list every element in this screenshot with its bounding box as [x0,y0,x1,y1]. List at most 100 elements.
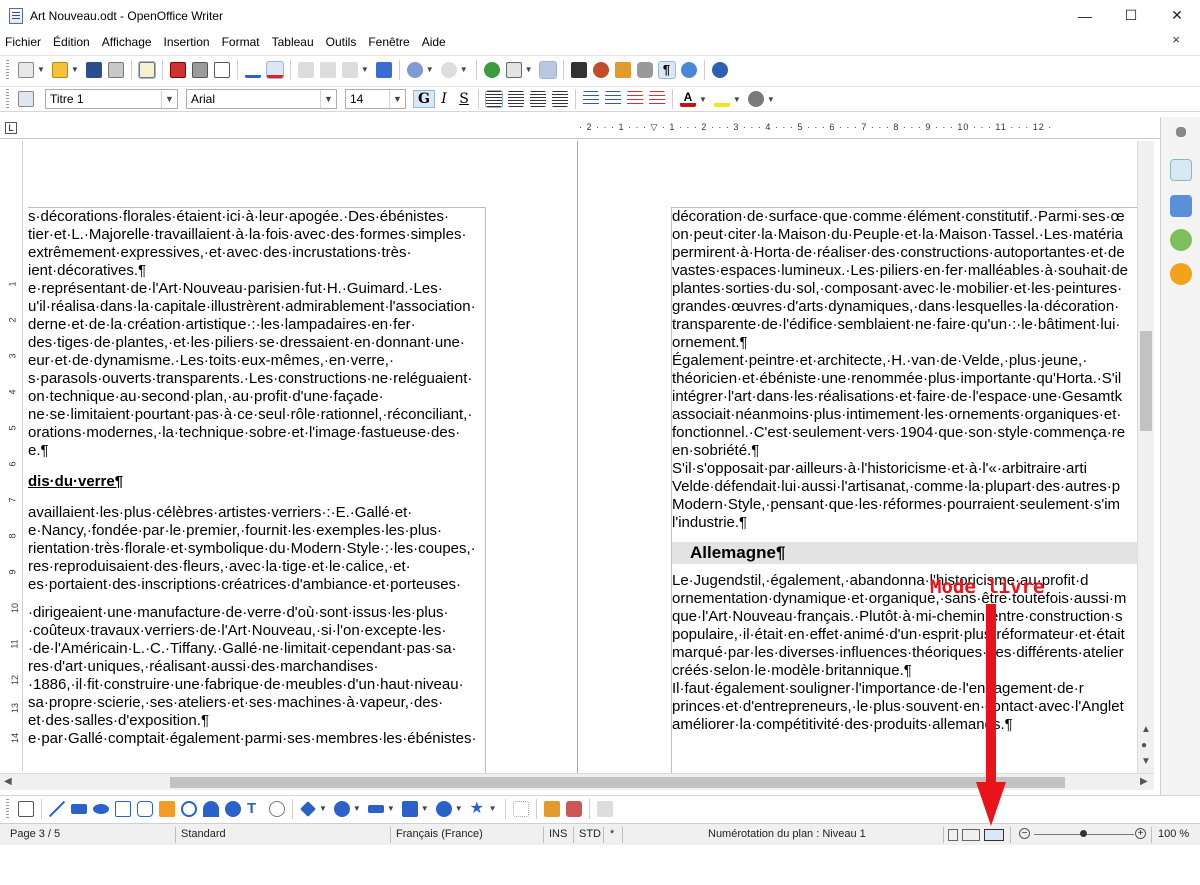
zoom-in-icon[interactable]: + [1135,828,1146,839]
toolbar-grip[interactable] [6,89,9,109]
sidebar-menu-icon[interactable] [1176,127,1186,137]
print-preview-icon[interactable] [213,61,230,78]
left-page[interactable]: s·décorations·florales·étaient·ici·à·leu… [24,141,578,773]
auto-spellcheck-icon[interactable] [265,60,284,79]
tab-stop-selector[interactable]: L [5,122,17,134]
chevron-down-icon[interactable]: ▼ [733,95,741,104]
rectangle-icon[interactable] [71,803,87,814]
spellcheck-icon[interactable] [244,61,261,78]
font-size-select[interactable]: 14 ▼ [345,89,406,109]
navigator-icon[interactable] [1170,263,1192,285]
background-color-icon[interactable] [747,91,764,107]
from-file-icon[interactable] [543,800,560,817]
close-document-button[interactable]: × [1172,32,1180,47]
new-document-icon[interactable] [18,61,34,78]
chevron-down-icon[interactable]: ▼ [71,65,79,74]
block-arrows-icon[interactable] [367,804,384,813]
styles-formatting-icon[interactable] [18,91,34,107]
cut-icon[interactable] [297,61,314,78]
italic-button[interactable]: I [434,91,454,107]
navigation-icon[interactable]: ● [1141,740,1147,751]
menu-fenetre[interactable]: Fenêtre [368,35,409,49]
help-icon[interactable] [711,61,728,78]
menu-aide[interactable]: Aide [422,35,446,49]
arc-icon[interactable] [181,800,197,817]
right-page[interactable]: décoration·de·surface·que·comme·élément·… [579,141,1137,773]
open-folder-icon[interactable] [51,61,68,78]
chevron-down-icon[interactable]: ▼ [161,90,177,108]
freeform-icon[interactable] [159,800,175,817]
gallery-icon[interactable] [614,61,631,78]
curve-icon[interactable] [137,800,153,817]
chevron-down-icon[interactable]: ▼ [421,804,429,813]
navigator-icon[interactable] [592,61,609,78]
menu-insertion[interactable]: Insertion [164,35,210,49]
chevron-down-icon[interactable]: ▼ [353,804,361,813]
copy-icon[interactable] [319,61,336,78]
menu-fichier[interactable]: Fichier [5,35,41,49]
toolbar-grip[interactable] [6,59,9,80]
vertical-ruler[interactable]: 1 2 3 4 5 6 7 8 9 10 11 12 13 14 [7,141,23,771]
insert-mode[interactable]: INS [549,828,567,840]
left-page-text[interactable]: s·décorations·florales·étaient·ici·à·leu… [28,207,486,773]
align-center-icon[interactable] [508,91,524,107]
email-icon[interactable] [107,61,124,78]
highlighting-icon[interactable] [713,91,730,107]
numbering-icon[interactable] [583,91,599,107]
polygon-icon[interactable] [115,800,131,817]
formatting-marks-icon[interactable]: ¶ [657,60,676,79]
font-name-select[interactable]: Arial ▼ [186,89,337,109]
font-color-icon[interactable]: A [680,91,696,107]
paragraph-style-select[interactable]: Titre 1 ▼ [45,89,178,109]
chevron-down-icon[interactable]: ▼ [460,65,468,74]
right-page-text[interactable]: décoration·de·surface·que·comme·élément·… [671,207,1137,773]
zoom-icon[interactable] [680,61,697,78]
circle-segment-icon[interactable] [203,800,219,817]
properties-icon[interactable] [1170,159,1192,181]
chevron-down-icon[interactable]: ▼ [489,804,497,813]
chevron-down-icon[interactable]: ▼ [361,65,369,74]
multi-page-view-icon[interactable] [962,829,980,841]
align-left-icon[interactable] [485,90,503,108]
bullets-icon[interactable] [605,91,621,107]
circle-icon[interactable] [225,800,241,817]
language[interactable]: Français (France) [396,828,483,840]
vertical-scrollbar[interactable]: ▲ ● ▼ [1137,141,1154,773]
zoom-slider-thumb[interactable] [1080,830,1087,837]
paste-icon[interactable] [341,61,358,78]
callout-icon[interactable] [269,800,285,817]
select-icon[interactable] [18,800,34,817]
toolbar-grip[interactable] [6,798,9,819]
bold-button[interactable]: G [413,90,435,108]
fontwork-icon[interactable] [565,800,582,817]
redo-icon[interactable] [440,61,457,78]
line-icon[interactable] [49,800,65,817]
page-style[interactable]: Standard [181,828,226,840]
align-right-icon[interactable] [530,91,546,107]
chevron-down-icon[interactable]: ▼ [455,804,463,813]
edit-file-icon[interactable] [137,60,156,79]
print-icon[interactable] [191,61,208,78]
save-icon[interactable] [85,61,102,78]
book-view-icon[interactable] [984,829,1004,841]
basic-shapes-icon[interactable] [300,800,316,817]
menu-edition[interactable]: Édition [53,35,90,49]
chevron-down-icon[interactable]: ▼ [767,95,775,104]
find-replace-icon[interactable] [570,61,587,78]
scrollbar-thumb[interactable] [170,777,1065,788]
chevron-down-icon[interactable]: ▼ [319,804,327,813]
data-sources-icon[interactable] [636,61,653,78]
page-number[interactable]: Page 3 / 5 [10,828,60,840]
menu-outils[interactable]: Outils [326,35,357,49]
ellipse-icon[interactable] [93,803,109,814]
maximize-button[interactable]: ☐ [1108,0,1154,31]
selection-mode[interactable]: STD [579,828,601,840]
extrusion-icon[interactable] [596,800,613,817]
justify-icon[interactable] [552,91,568,107]
undo-icon[interactable] [406,61,423,78]
previous-page-icon[interactable]: ▲ [1141,724,1151,735]
flowchart-icon[interactable] [401,800,418,817]
horizontal-ruler[interactable]: · 2 · · · 1 · · · ▽ · 1 · · · 2 · · · 3 … [579,122,1135,134]
styles-icon[interactable] [1170,195,1192,217]
chevron-down-icon[interactable]: ▼ [426,65,434,74]
